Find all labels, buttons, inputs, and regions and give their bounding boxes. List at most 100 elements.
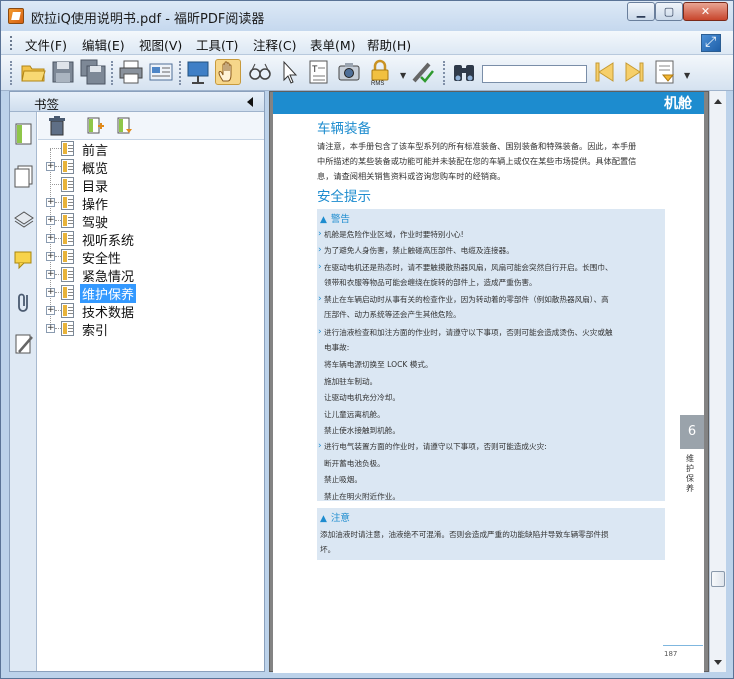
section-heading: 安全提示 [317, 189, 371, 205]
expand-icon[interactable]: + [46, 270, 55, 279]
text-select-icon[interactable]: T [306, 59, 332, 85]
print-icon[interactable] [118, 59, 144, 85]
snapshot-camera-icon[interactable] [336, 59, 362, 85]
menu-comment[interactable]: 注释(C) [253, 35, 296, 54]
vertical-scrollbar[interactable] [709, 91, 726, 672]
expand-icon[interactable]: + [46, 198, 55, 207]
save-as-icon[interactable] [80, 59, 106, 85]
warning-line: 禁止在明火附近作业。 [324, 492, 400, 501]
bookmark-item[interactable]: + 操作 [38, 194, 264, 213]
fullscreen-icon[interactable] [701, 34, 721, 52]
bookmark-item[interactable]: 目录 [38, 176, 264, 195]
bookmark-icon [61, 249, 74, 264]
menu-tools[interactable]: 工具(T) [196, 35, 238, 54]
toolbar-separator [443, 61, 445, 85]
layers-tab-icon[interactable] [13, 206, 35, 230]
save-icon[interactable] [50, 59, 76, 85]
document-view[interactable]: 机舱 车辆装备 请注意，本手册包含了该车型系列的所有标准装备、国别装备和特殊装备… [269, 91, 709, 673]
bookmark-item[interactable]: 前言 [38, 140, 264, 159]
bookmark-item-selected[interactable]: + 维护保养 [38, 284, 264, 303]
search-dropdown-arrow[interactable]: ▼ [684, 71, 690, 80]
attachments-tab-icon[interactable] [13, 290, 35, 314]
find-next-icon[interactable] [621, 59, 647, 85]
presentation-icon[interactable] [185, 59, 211, 85]
expand-icon[interactable]: + [46, 216, 55, 225]
properties-icon[interactable] [148, 59, 174, 85]
bookmark-label: 紧急情况 [82, 270, 135, 285]
menu-form[interactable]: 表单(M) [310, 35, 356, 54]
toolbar: T RMS ▼ ▼ [1, 55, 733, 91]
rms-lock-icon[interactable]: RMS [367, 59, 393, 85]
expand-icon[interactable]: + [46, 306, 55, 315]
bookmark-item[interactable]: + 安全性 [38, 248, 264, 267]
paragraph-line: 请注意，本手册包含了该车型系列的所有标准装备、国别装备和特殊装备。因此，本手册 [317, 141, 637, 151]
scroll-up-icon[interactable] [714, 99, 722, 104]
warning-line: 将车辆电源切换至 LOCK 模式。 [324, 360, 433, 369]
add-bookmark-icon[interactable] [86, 116, 104, 136]
expand-icon[interactable]: + [46, 288, 55, 297]
menu-file[interactable]: 文件(F) [25, 35, 67, 54]
collapse-panel-icon[interactable] [247, 97, 253, 107]
close-button[interactable]: ✕ [683, 2, 728, 21]
add-child-bookmark-icon[interactable] [116, 116, 134, 136]
expand-icon[interactable]: + [46, 252, 55, 261]
bookmark-item[interactable]: + 概览 [38, 158, 264, 177]
chapter-banner-title: 机舱 [664, 96, 692, 112]
note-box: 注意 添加油液时请注意，油液绝不可混淆。否则会造成严重的功能缺陷并导致车辆零部件… [317, 508, 665, 560]
bookmark-item[interactable]: + 索引 [38, 320, 264, 339]
menu-help[interactable]: 帮助(H) [367, 35, 411, 54]
minimize-button[interactable]: ▁ [627, 2, 655, 21]
warning-box: 警告 机舱是危险作业区域，作业时要特别小心! 为了避免人身伤害，禁止触碰高压部件… [317, 209, 665, 501]
app-window: 欧拉iQ使用说明书.pdf - 福昕PDF阅读器 ▁ ▢ ✕ 文件(F) 编辑(… [0, 0, 734, 679]
toolbar-separator [111, 61, 113, 85]
chapter-number-tab: 6 [680, 415, 704, 449]
find-previous-icon[interactable] [592, 59, 618, 85]
signatures-tab-icon[interactable] [13, 332, 35, 356]
warning-line: 让儿童远离机舱。 [324, 410, 385, 419]
bookmark-label: 驾驶 [82, 216, 109, 231]
scroll-thumb[interactable] [711, 571, 725, 587]
bookmark-label: 维护保养 [80, 284, 137, 303]
binoculars-icon[interactable] [451, 59, 477, 85]
chapter-side-label: 维护保养 [686, 454, 694, 493]
warning-line: 领带和衣服等物品可能会缠绕在旋转的部件上，造成严重伤害。 [324, 278, 537, 287]
expand-icon[interactable]: + [46, 162, 55, 171]
bookmarks-tab-icon[interactable] [13, 122, 35, 146]
menu-edit[interactable]: 编辑(E) [82, 35, 125, 54]
scroll-down-icon[interactable] [714, 660, 722, 665]
rms-dropdown-arrow[interactable]: ▼ [400, 71, 406, 80]
pages-tab-icon[interactable] [13, 164, 35, 188]
bookmark-label: 目录 [82, 180, 109, 195]
bookmark-icon [61, 267, 74, 282]
open-folder-icon[interactable] [20, 59, 46, 85]
bookmark-item[interactable]: + 技术数据 [38, 302, 264, 321]
bookmark-item[interactable]: + 视听系统 [38, 230, 264, 249]
bookmark-tools [38, 112, 264, 140]
comments-tab-icon[interactable] [13, 248, 35, 272]
find-input[interactable] [482, 65, 587, 83]
bookmark-icon [61, 231, 74, 246]
delete-bookmark-icon[interactable] [48, 116, 66, 136]
warning-line: 在驱动电机还是热态时，请不要触摸散热器风扇，风扇可能会突然自行开启。长围巾、 [318, 260, 660, 275]
bookmarks-header: 书签 [10, 92, 264, 112]
svg-text:T: T [312, 64, 318, 74]
hand-tool-button[interactable] [215, 59, 241, 85]
select-cursor-icon[interactable] [276, 59, 302, 85]
menu-bar: 文件(F) 编辑(E) 视图(V) 工具(T) 注释(C) 表单(M) 帮助(H… [1, 31, 733, 55]
search-options-icon[interactable] [653, 59, 679, 85]
title-bar[interactable]: 欧拉iQ使用说明书.pdf - 福昕PDF阅读器 ▁ ▢ ✕ [1, 1, 733, 31]
expand-icon[interactable]: + [46, 234, 55, 243]
bookmark-item[interactable]: + 紧急情况 [38, 266, 264, 285]
menu-view[interactable]: 视图(V) [139, 35, 182, 54]
bookmark-label: 概览 [82, 162, 109, 177]
maximize-button[interactable]: ▢ [655, 2, 683, 21]
bookmark-item[interactable]: + 驾驶 [38, 212, 264, 231]
paragraph-line: 息，请查阅相关销售资料或咨询您购车时的经销商。 [317, 171, 506, 181]
zoom-glasses-icon[interactable] [247, 59, 273, 85]
bookmark-label: 安全性 [82, 252, 122, 267]
app-logo-icon [8, 8, 24, 24]
expand-icon[interactable]: + [46, 324, 55, 333]
sign-pen-icon[interactable] [409, 59, 435, 85]
pdf-page: 机舱 车辆装备 请注意，本手册包含了该车型系列的所有标准装备、国别装备和特殊装备… [273, 92, 704, 673]
page-number: 187 [664, 650, 678, 658]
